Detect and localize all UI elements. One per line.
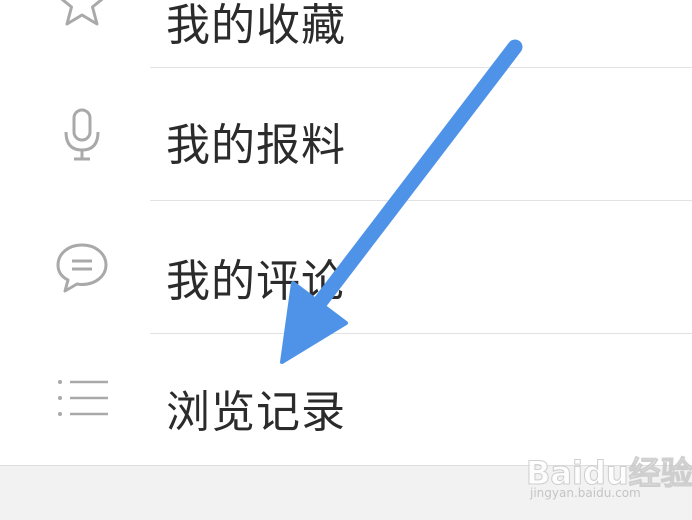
menu-item-label: 我的报料	[166, 120, 346, 171]
menu-item-favorites[interactable]: 我的收藏	[0, 0, 692, 66]
screen: 我的收藏 我的报料 我的评论 浏览记录 Baidu经验 jingyan.baid…	[0, 0, 692, 520]
microphone-icon	[64, 108, 100, 161]
comment-icon	[56, 243, 108, 293]
list-icon	[58, 380, 108, 416]
menu-item-reports[interactable]: 我的报料	[0, 68, 692, 201]
menu-item-label: 我的收藏	[166, 0, 346, 51]
star-icon	[60, 0, 104, 26]
menu-item-label: 我的评论	[166, 256, 346, 307]
watermark: Baidu经验 jingyan.baidu.com	[526, 446, 692, 506]
watermark-url: jingyan.baidu.com	[530, 486, 641, 500]
menu-item-label: 浏览记录	[166, 387, 346, 438]
menu-item-comments[interactable]: 我的评论	[0, 201, 692, 334]
